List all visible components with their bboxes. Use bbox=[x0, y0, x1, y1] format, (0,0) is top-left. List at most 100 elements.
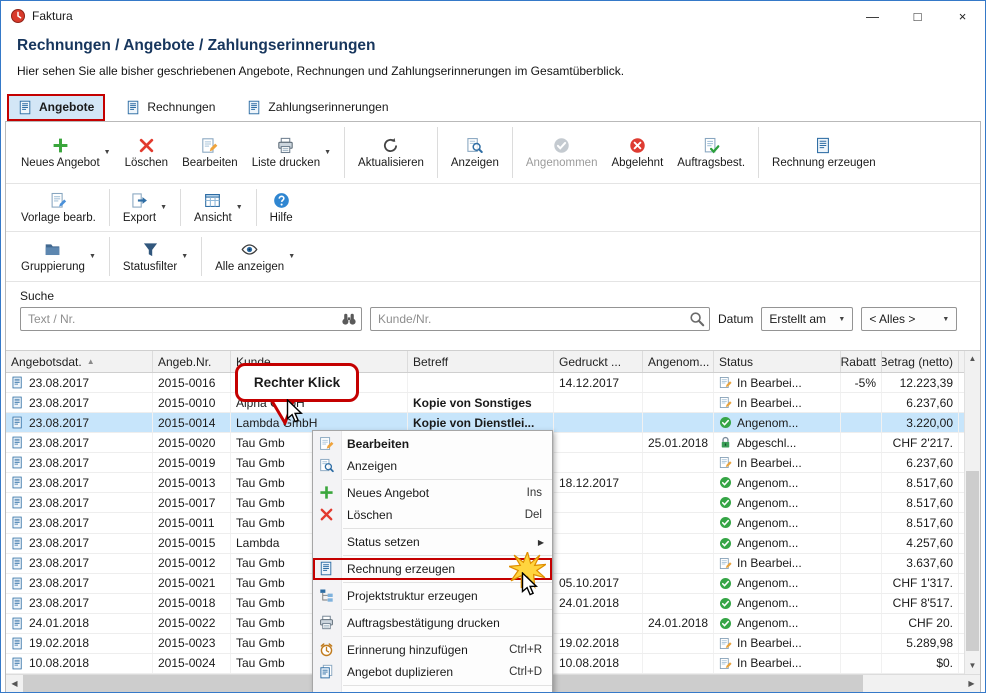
tab-angebote[interactable]: Angebote bbox=[9, 96, 103, 119]
column-header-angebotsdat[interactable]: Angebotsdat.▲ bbox=[6, 351, 153, 372]
dropdown-arrow-icon[interactable]: ▼ bbox=[181, 253, 188, 260]
abgelehnt-button[interactable]: Abgelehnt bbox=[604, 134, 670, 172]
text-search-wrap bbox=[20, 307, 362, 331]
column-header-betreff[interactable]: Betreff bbox=[408, 351, 554, 372]
cell-text: Angenom... bbox=[737, 596, 798, 610]
anzeigen-button[interactable]: Anzeigen bbox=[444, 134, 506, 172]
column-header-angeb-nr[interactable]: Angeb.Nr. bbox=[153, 351, 231, 372]
scroll-left-button[interactable]: ◀ bbox=[6, 679, 23, 688]
menu-item-auftragsbestaetigung-drucken[interactable]: Auftragsbestätigung drucken bbox=[313, 612, 552, 634]
page-subtitle: Hier sehen Sie alle bisher geschriebenen… bbox=[17, 64, 624, 78]
cell-text: 23.08.2017 bbox=[29, 516, 89, 530]
tab-rechnungen[interactable]: Rechnungen bbox=[117, 96, 224, 119]
filter-icon bbox=[142, 241, 159, 258]
cell-text: 2015-0024 bbox=[158, 656, 215, 670]
cell-gedruckt bbox=[554, 453, 643, 472]
tab-zahlungserinnerungen[interactable]: Zahlungserinnerungen bbox=[238, 96, 397, 119]
rechnung-erzeugen-button[interactable]: Rechnung erzeugen bbox=[765, 134, 883, 172]
cell-text: 23.08.2017 bbox=[29, 456, 89, 470]
column-header-gedruckt[interactable]: Gedruckt ... bbox=[554, 351, 643, 372]
dropdown-arrow-icon[interactable]: ▼ bbox=[288, 253, 295, 260]
menu-item-anzeigen[interactable]: Anzeigen bbox=[313, 455, 552, 477]
vertical-scrollbar[interactable]: ▲ ▼ bbox=[964, 351, 980, 674]
invoice-icon bbox=[11, 516, 24, 529]
menu-item-erinnerung-hinzufuegen[interactable]: Erinnerung hinzufügenCtrl+R bbox=[313, 639, 552, 661]
scroll-down-button[interactable]: ▼ bbox=[965, 658, 980, 674]
date-range-select[interactable]: < Alles > ▼ bbox=[861, 307, 957, 331]
binoculars-icon[interactable] bbox=[341, 311, 357, 327]
cell-angenommen bbox=[643, 513, 714, 532]
cell-gedruckt bbox=[554, 393, 643, 412]
magnifier-icon[interactable] bbox=[689, 311, 705, 327]
cell-text: 6.237,60 bbox=[906, 396, 953, 410]
invoice-icon bbox=[815, 137, 832, 154]
dropdown-arrow-icon[interactable]: ▼ bbox=[236, 204, 243, 211]
column-header-rabatt[interactable]: Rabatt bbox=[841, 351, 882, 372]
button-label: Anzeigen bbox=[451, 157, 499, 169]
menu-item-neues-angebot[interactable]: Neues AngebotIns bbox=[313, 482, 552, 504]
vorlage-bearb-button[interactable]: Vorlage bearb. bbox=[14, 189, 103, 227]
date-field-select[interactable]: Erstellt am ▼ bbox=[761, 307, 853, 331]
app-window: Faktura — □ × Rechnungen / Angebote / Za… bbox=[0, 0, 986, 693]
menu-separator bbox=[343, 636, 552, 637]
scroll-up-button[interactable]: ▲ bbox=[965, 351, 980, 367]
alle-anzeigen-button[interactable]: Alle anzeigen▼ bbox=[208, 238, 302, 276]
auftragsbest-button[interactable]: Auftragsbest. bbox=[670, 134, 752, 172]
bearbeiten-button[interactable]: Bearbeiten bbox=[175, 134, 245, 172]
neues-angebot-button[interactable]: Neues Angebot▼ bbox=[14, 134, 118, 172]
column-header-status[interactable]: Status bbox=[714, 351, 841, 372]
cell-text: Tau Gmb bbox=[236, 496, 285, 510]
scroll-right-button[interactable]: ▶ bbox=[963, 679, 980, 688]
cell-gedruckt bbox=[554, 413, 643, 432]
column-header-betrag-netto[interactable]: Betrag (netto) bbox=[882, 351, 959, 372]
gruppierung-button[interactable]: Gruppierung▼ bbox=[14, 238, 103, 276]
text-search-input[interactable] bbox=[20, 307, 362, 331]
vertical-scroll-thumb[interactable] bbox=[966, 471, 979, 652]
status-check-icon bbox=[719, 597, 732, 610]
close-button[interactable]: × bbox=[940, 1, 985, 31]
chevron-down-icon: ▼ bbox=[942, 316, 949, 323]
tab-label: Zahlungserinnerungen bbox=[268, 100, 388, 114]
menu-item-label: Anzeigen bbox=[347, 459, 397, 473]
statusfilter-button[interactable]: Statusfilter▼ bbox=[116, 238, 195, 276]
dropdown-arrow-icon[interactable]: ▼ bbox=[160, 204, 167, 211]
table-row[interactable]: 23.08.20172015-001614.12.2017In Bearbei.… bbox=[6, 373, 964, 393]
preview-icon bbox=[319, 458, 334, 473]
cell-status: Angenom... bbox=[714, 574, 841, 593]
menu-item-loeschen[interactable]: LöschenDel bbox=[313, 504, 552, 526]
hilfe-button[interactable]: Hilfe bbox=[263, 189, 300, 227]
cell-angenommen bbox=[643, 393, 714, 412]
cell-betrag: 8.517,60 bbox=[882, 473, 959, 492]
cell-text: Angenom... bbox=[737, 516, 798, 530]
menu-item-angebot-duplizieren[interactable]: Angebot duplizierenCtrl+D bbox=[313, 661, 552, 683]
cell-nr: 2015-0021 bbox=[153, 574, 231, 593]
dropdown-arrow-icon[interactable]: ▼ bbox=[104, 149, 111, 156]
cell-text: In Bearbei... bbox=[737, 396, 802, 410]
minimize-button[interactable]: — bbox=[850, 1, 895, 31]
title-bar: Faktura — □ × bbox=[1, 1, 985, 31]
column-label: Rabatt bbox=[841, 355, 876, 369]
ansicht-button[interactable]: Ansicht▼ bbox=[187, 189, 250, 227]
export-button[interactable]: Export▼ bbox=[116, 189, 174, 227]
maximize-button[interactable]: □ bbox=[895, 1, 940, 31]
button-label: Löschen bbox=[125, 157, 168, 169]
cell-gedruckt: 05.10.2017 bbox=[554, 574, 643, 593]
cell-datum: 19.02.2018 bbox=[6, 634, 153, 653]
aktualisieren-button[interactable]: Aktualisieren bbox=[351, 134, 431, 172]
menu-item-status-setzen[interactable]: Status setzen▶ bbox=[313, 531, 552, 553]
liste-drucken-button[interactable]: Liste drucken▼ bbox=[245, 134, 338, 172]
dropdown-arrow-icon[interactable]: ▼ bbox=[89, 253, 96, 260]
invoice-icon bbox=[247, 100, 262, 115]
column-header-angenom[interactable]: Angenom... bbox=[643, 351, 714, 372]
menu-item-bearbeiten[interactable]: Bearbeiten bbox=[313, 433, 552, 455]
customer-search-input[interactable] bbox=[370, 307, 710, 331]
cell-status: In Bearbei... bbox=[714, 554, 841, 573]
cell-text: Tau Gmb bbox=[236, 576, 285, 590]
app-logo-icon bbox=[10, 8, 26, 24]
button-label: Hilfe bbox=[270, 212, 293, 224]
dropdown-arrow-icon[interactable]: ▼ bbox=[324, 149, 331, 156]
loeschen-button[interactable]: Löschen bbox=[118, 134, 175, 172]
toolbar-divider bbox=[180, 189, 181, 226]
window-controls: — □ × bbox=[850, 1, 985, 31]
table-row[interactable]: 23.08.20172015-0010Alpha GmbHKopie von S… bbox=[6, 393, 964, 413]
